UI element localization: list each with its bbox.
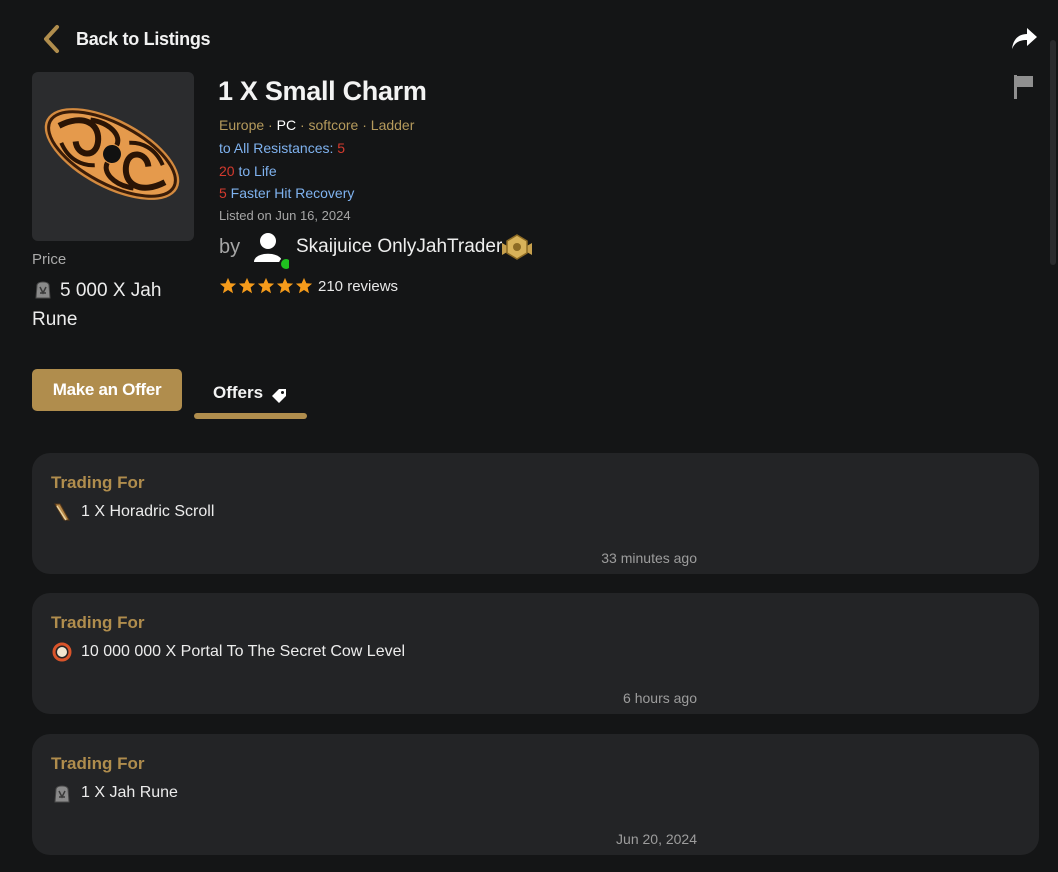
offer-item-text: 1 X Horadric Scroll	[81, 503, 215, 520]
offer-card[interactable]: Trading For 10 000 000 X Portal To The S…	[32, 593, 1039, 714]
scrollbar[interactable]	[1050, 40, 1056, 265]
seller-name-link[interactable]: Skaijuice OnlyJahTrader	[296, 236, 502, 258]
offer-time: 33 minutes ago	[601, 550, 697, 566]
make-offer-button[interactable]: Make an Offer	[32, 369, 182, 411]
jah-rune-icon	[35, 281, 51, 299]
offer-heading: Trading For	[51, 473, 145, 492]
back-to-listings-link[interactable]: Back to Listings	[40, 24, 211, 54]
price-label: Price	[32, 251, 67, 268]
avatar[interactable]	[251, 230, 289, 270]
rating: 210 reviews	[219, 277, 398, 295]
meta-separator: ·	[358, 117, 371, 133]
property-life: 20 to Life	[219, 163, 277, 179]
price-value: 5 000 X Jah Rune	[32, 276, 192, 334]
offer-item: 10 000 000 X Portal To The Secret Cow Le…	[51, 641, 405, 663]
offer-time: Jun 20, 2024	[616, 831, 697, 847]
property-value: 20	[219, 163, 235, 179]
trader-badge-icon	[502, 234, 532, 260]
property-value: 5	[219, 185, 227, 201]
season: Ladder	[370, 117, 415, 133]
property-text: to Life	[234, 163, 277, 179]
jah-rune-icon	[54, 785, 70, 803]
listing-title: 1 X Small Charm	[218, 76, 427, 106]
tag-icon	[272, 389, 286, 403]
listing-meta: Europe · PC · softcore · Ladder	[219, 117, 414, 133]
back-label: Back to Listings	[76, 28, 211, 49]
share-icon[interactable]	[1010, 26, 1038, 52]
offer-item-text: 1 X Jah Rune	[81, 784, 178, 801]
star-icon	[257, 277, 275, 294]
tab-offers[interactable]: Offers	[194, 380, 307, 420]
property-fhr: 5 Faster Hit Recovery	[219, 185, 354, 201]
offer-item: 1 X Horadric Scroll	[51, 501, 214, 523]
game-mode: softcore	[308, 117, 359, 133]
offer-item-text: 10 000 000 X Portal To The Secret Cow Le…	[81, 643, 406, 660]
meta-separator: ·	[296, 117, 309, 133]
property-resistances: to All Resistances: 5	[219, 140, 345, 156]
by-label: by	[219, 236, 241, 258]
meta-separator: ·	[264, 117, 277, 133]
offer-heading: Trading For	[51, 613, 145, 632]
region: Europe	[219, 117, 265, 133]
property-value: 5	[337, 140, 346, 156]
report-flag-icon[interactable]	[1013, 74, 1035, 100]
offer-card[interactable]: Trading For 1 X Jah Rune Jun 20, 2024	[32, 734, 1039, 855]
offer-card[interactable]: Trading For 1 X Horadric Scroll 33 minut…	[32, 453, 1039, 574]
star-icon	[295, 277, 313, 294]
star-icon	[238, 277, 256, 294]
star-icon	[219, 277, 237, 294]
property-text: to All Resistances:	[219, 140, 338, 156]
platform: PC	[276, 117, 297, 133]
reviews-link[interactable]: 210 reviews	[318, 278, 398, 295]
portal-icon	[52, 642, 72, 662]
star-icon	[276, 277, 294, 294]
chevron-left-icon	[44, 25, 59, 53]
item-image	[32, 72, 194, 241]
offer-time: 6 hours ago	[623, 690, 697, 706]
active-tab-indicator	[194, 413, 307, 419]
tab-offers-label: Offers	[213, 383, 264, 402]
offer-item: 1 X Jah Rune	[51, 782, 178, 804]
horadric-scroll-icon	[54, 503, 70, 521]
small-charm-image	[44, 108, 180, 200]
offer-heading: Trading For	[51, 754, 145, 773]
listed-date: Listed on Jun 16, 2024	[219, 208, 351, 223]
online-status-dot	[279, 257, 289, 270]
property-text: Faster Hit Recovery	[226, 185, 355, 201]
